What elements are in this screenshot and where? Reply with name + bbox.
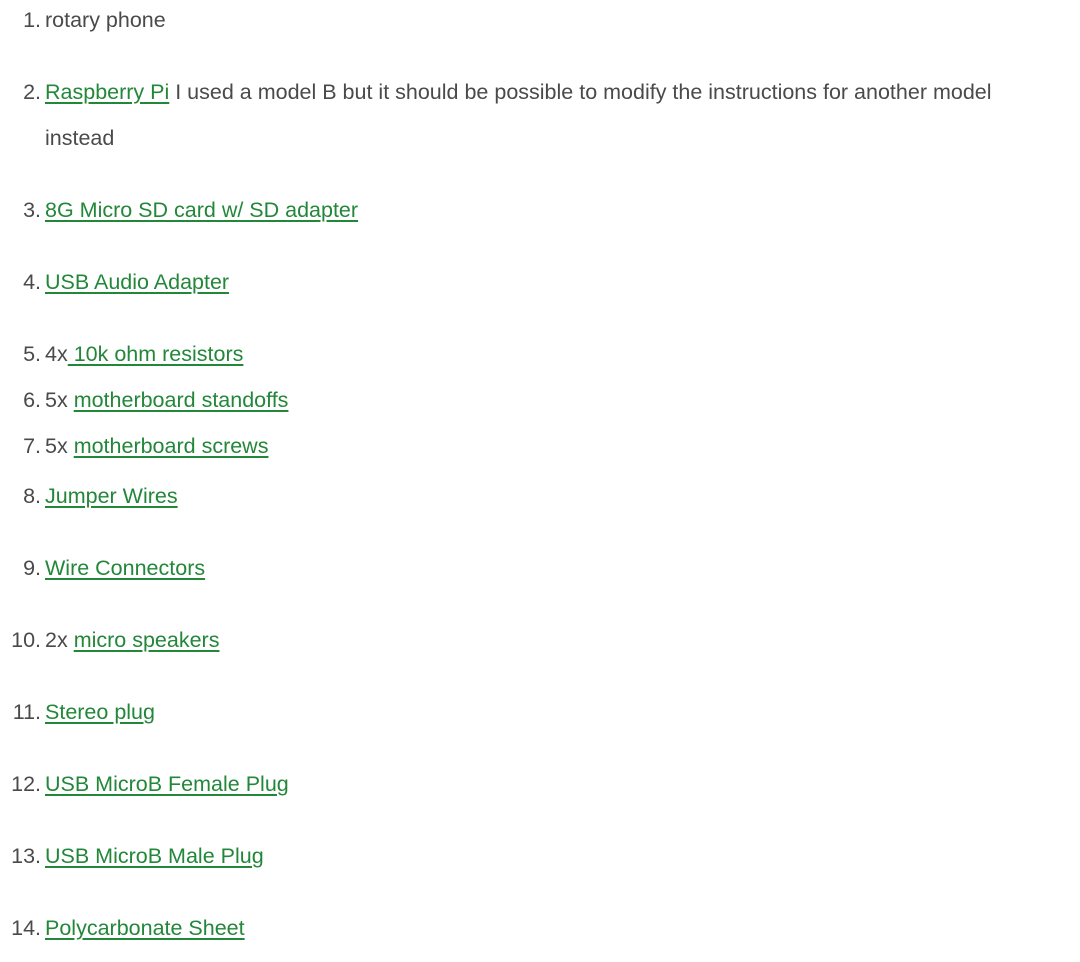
item-text: 2x <box>45 628 74 652</box>
item-link[interactable]: 8G Micro SD card w/ SD adapter <box>45 198 358 222</box>
item-link[interactable]: USB MicroB Male Plug <box>45 844 264 868</box>
item-link[interactable]: Raspberry Pi <box>45 80 169 104</box>
item-number: 6. <box>23 388 41 412</box>
item-number: 10. <box>11 628 41 652</box>
item-content: 5x motherboard screws <box>45 423 1055 469</box>
item-content: Raspberry Pi I used a model B but it sho… <box>45 69 1055 161</box>
item-number: 11. <box>12 700 41 724</box>
item-content: 2x micro speakers <box>45 617 1055 663</box>
item-content: Polycarbonate Sheet <box>45 905 1055 951</box>
item-link[interactable]: Wire Connectors <box>45 556 205 580</box>
item-number: 7. <box>23 434 41 458</box>
item-content: rotary phone <box>45 0 1055 43</box>
item-content: 8G Micro SD card w/ SD adapter <box>45 187 1055 233</box>
item-number: 1. <box>23 8 41 32</box>
item-content: 4x 10k ohm resistors <box>45 331 1055 377</box>
item-content: 5x motherboard standoffs <box>45 377 1055 423</box>
item-note: I used a model B but it should be possib… <box>45 80 992 150</box>
item-number: 2. <box>23 80 41 104</box>
item-link[interactable]: Stereo plug <box>45 700 155 724</box>
item-link[interactable]: USB MicroB Female Plug <box>45 772 289 796</box>
item-content: USB Audio Adapter <box>45 259 1055 305</box>
item-number: 9. <box>23 556 41 580</box>
item-text: 5x <box>45 388 74 412</box>
item-link[interactable]: motherboard screws <box>74 434 269 458</box>
item-link[interactable]: USB Audio Adapter <box>45 270 229 294</box>
item-content: Stereo plug <box>45 689 1055 735</box>
item-content: USB MicroB Male Plug <box>45 833 1055 879</box>
item-content: USB MicroB Female Plug <box>45 761 1055 807</box>
item-text: 4x <box>45 342 68 366</box>
item-text: 5x <box>45 434 74 458</box>
item-link[interactable]: Polycarbonate Sheet <box>45 916 245 940</box>
item-link[interactable]: micro speakers <box>74 628 220 652</box>
item-link[interactable]: Jumper Wires <box>45 484 178 508</box>
item-number: 12. <box>11 772 41 796</box>
item-content: Wire Connectors <box>45 545 1055 591</box>
item-number: 13. <box>11 844 41 868</box>
item-number: 14. <box>11 916 41 940</box>
item-content: Jumper Wires <box>45 473 1055 519</box>
item-number: 8. <box>23 484 41 508</box>
item-number: 3. <box>23 198 41 222</box>
item-text: rotary phone <box>45 8 166 32</box>
item-number: 5. <box>23 342 41 366</box>
item-link[interactable]: 10k ohm resistors <box>68 342 244 366</box>
item-number: 4. <box>23 270 41 294</box>
item-link[interactable]: motherboard standoffs <box>74 388 289 412</box>
